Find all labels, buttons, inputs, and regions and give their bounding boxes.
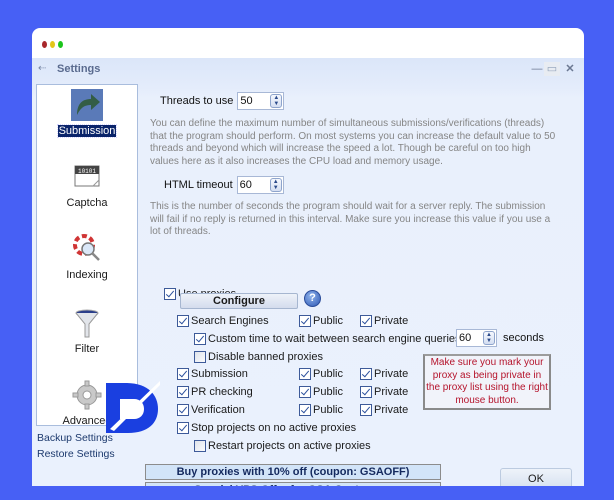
pr-checking-checkbox[interactable]: PR checking bbox=[177, 386, 253, 398]
traffic-lights bbox=[42, 41, 63, 48]
search-engines-private-checkbox[interactable]: Private bbox=[360, 315, 408, 327]
ok-button[interactable]: OK bbox=[500, 468, 572, 486]
disable-banned-checkbox[interactable]: Disable banned proxies bbox=[194, 351, 323, 363]
close-dot-icon[interactable] bbox=[42, 41, 47, 48]
close-button[interactable]: ✕ bbox=[562, 62, 578, 76]
spin-arrows-icon[interactable]: ▲ ▼ bbox=[269, 178, 282, 192]
custom-wait-spin-row: 60 ▲ ▼ seconds bbox=[456, 329, 544, 347]
checkbox-icon[interactable] bbox=[360, 315, 372, 327]
submission-checkbox[interactable]: Submission bbox=[177, 368, 248, 380]
help-icon[interactable]: ? bbox=[304, 290, 321, 307]
submission-public-checkbox[interactable]: Public bbox=[299, 368, 343, 380]
seconds-label: seconds bbox=[503, 332, 544, 344]
sidebar-links: Backup Settings Restore Settings bbox=[37, 430, 115, 462]
private-proxy-note: Make sure you mark your proxy as being p… bbox=[423, 354, 551, 410]
submission-private-checkbox[interactable]: Private bbox=[360, 368, 408, 380]
custom-wait-checkbox[interactable]: Custom time to wait between search engin… bbox=[194, 333, 461, 345]
sidebar-item-indexing[interactable]: Indexing bbox=[37, 233, 137, 283]
checkbox-icon[interactable] bbox=[194, 440, 206, 452]
custom-wait-spinbox[interactable]: 60 ▲ ▼ bbox=[456, 329, 497, 347]
funnel-icon bbox=[71, 307, 103, 339]
app-icon: ⇠ bbox=[38, 63, 47, 74]
checkbox-icon[interactable] bbox=[177, 422, 189, 434]
threads-row: Threads to use 50 ▲ ▼ bbox=[160, 92, 285, 110]
checkbox-icon[interactable] bbox=[360, 404, 372, 416]
minimize-button[interactable]: — bbox=[529, 62, 545, 76]
arrow-forward-icon bbox=[71, 89, 103, 121]
buy-proxies-button[interactable]: Buy proxies with 10% off (coupon: GSAOFF… bbox=[145, 464, 441, 480]
checkbox-icon[interactable] bbox=[194, 351, 206, 363]
checkbox-icon[interactable] bbox=[177, 315, 189, 327]
pr-checking-private-checkbox[interactable]: Private bbox=[360, 386, 408, 398]
checkbox-icon[interactable] bbox=[177, 368, 189, 380]
brand-logo-icon bbox=[106, 381, 160, 433]
threads-spinbox[interactable]: 50 ▲ ▼ bbox=[237, 92, 285, 110]
window-title: Settings bbox=[57, 63, 101, 75]
configure-button[interactable]: Configure bbox=[180, 293, 298, 309]
stop-projects-checkbox[interactable]: Stop projects on no active proxies bbox=[177, 422, 356, 434]
custom-wait-value[interactable]: 60 bbox=[459, 332, 483, 344]
checkbox-icon[interactable] bbox=[360, 368, 372, 380]
checkbox-icon[interactable] bbox=[299, 386, 311, 398]
timeout-label: HTML timeout bbox=[164, 179, 233, 191]
checkbox-icon[interactable] bbox=[177, 404, 189, 416]
minimize-dot-icon[interactable] bbox=[50, 41, 55, 48]
search-engines-public-checkbox[interactable]: Public bbox=[299, 315, 343, 327]
checkbox-icon[interactable] bbox=[194, 333, 206, 345]
verification-checkbox[interactable]: Verification bbox=[177, 404, 245, 416]
checkbox-icon[interactable] bbox=[177, 386, 189, 398]
sidebar-item-submission[interactable]: Submission bbox=[37, 89, 137, 139]
checkbox-icon[interactable] bbox=[299, 368, 311, 380]
pr-checking-public-checkbox[interactable]: Public bbox=[299, 386, 343, 398]
threads-description: You can define the maximum number of sim… bbox=[150, 118, 556, 167]
sidebar-item-filter[interactable]: Filter bbox=[37, 307, 137, 357]
sidebar: Submission 10101 Captcha Indexing Filter bbox=[36, 84, 138, 427]
search-engines-checkbox[interactable]: Search Engines bbox=[177, 315, 269, 327]
gear-icon bbox=[71, 379, 103, 411]
verification-public-checkbox[interactable]: Public bbox=[299, 404, 343, 416]
spin-arrows-icon[interactable]: ▲ ▼ bbox=[270, 94, 283, 108]
restart-projects-checkbox[interactable]: Restart projects on active proxies bbox=[194, 440, 371, 452]
checkbox-icon[interactable] bbox=[164, 288, 176, 300]
backup-settings-link[interactable]: Backup Settings bbox=[37, 430, 115, 446]
lifebuoy-magnifier-icon bbox=[71, 233, 103, 265]
spin-arrows-icon[interactable]: ▲ ▼ bbox=[483, 331, 495, 345]
checkbox-icon[interactable] bbox=[360, 386, 372, 398]
sidebar-item-captcha[interactable]: 10101 Captcha bbox=[37, 161, 137, 211]
timeout-spinbox[interactable]: 60 ▲ ▼ bbox=[236, 176, 284, 194]
maximize-dot-icon[interactable] bbox=[58, 41, 63, 48]
threads-label: Threads to use bbox=[160, 95, 234, 107]
timeout-row: HTML timeout 60 ▲ ▼ bbox=[164, 176, 284, 194]
title-bar: ⇠ Settings — ▭ ✕ bbox=[32, 58, 584, 82]
checkbox-icon[interactable] bbox=[299, 404, 311, 416]
timeout-value[interactable]: 60 bbox=[240, 179, 270, 191]
verification-private-checkbox[interactable]: Private bbox=[360, 404, 408, 416]
maximize-button[interactable]: ▭ bbox=[544, 62, 560, 76]
checkbox-icon[interactable] bbox=[299, 315, 311, 327]
vps-offer-button[interactable]: Special VPS Offer for GSA Customers bbox=[145, 482, 441, 486]
threads-value[interactable]: 50 bbox=[240, 95, 270, 107]
timeout-description: This is the number of seconds the progra… bbox=[150, 201, 551, 237]
restore-settings-link[interactable]: Restore Settings bbox=[37, 446, 115, 462]
svg-text:10101: 10101 bbox=[78, 168, 96, 175]
captcha-card-icon: 10101 bbox=[71, 161, 103, 193]
